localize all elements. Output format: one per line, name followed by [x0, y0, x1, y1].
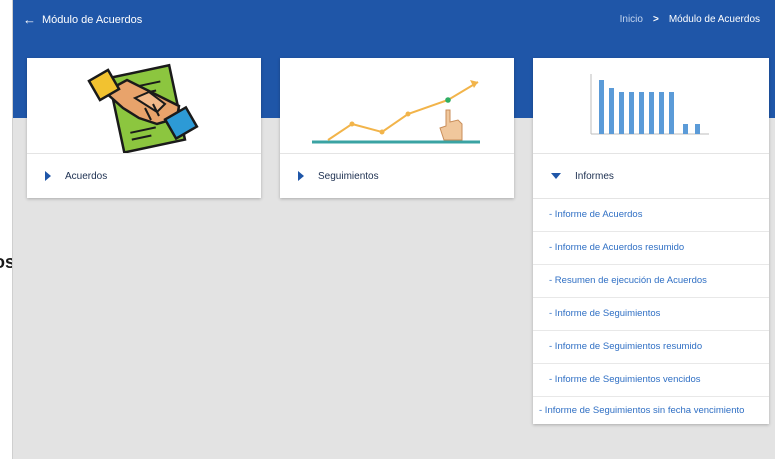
- menu-item-informe-seguimientos-sin-fecha[interactable]: - Informe de Seguimientos sin fecha venc…: [533, 397, 769, 424]
- handshake-contract-icon: [27, 58, 261, 154]
- caret-right-icon: [45, 171, 51, 181]
- breadcrumb-current: Módulo de Acuerdos: [668, 14, 760, 25]
- menu-item-informe-seguimientos[interactable]: - Informe de Seguimientos: [533, 298, 769, 331]
- menu-item-resumen-ejecucion-acuerdos[interactable]: - Resumen de ejecución de Acuerdos: [533, 265, 769, 298]
- back-button[interactable]: ← Módulo de Acuerdos: [23, 13, 142, 26]
- card-seguimientos: Seguimientos: [280, 58, 514, 198]
- card-acuerdos-label: Acuerdos: [65, 170, 108, 182]
- card-informes: Informes - Informe de Acuerdos - Informe…: [533, 58, 769, 424]
- caret-down-icon: [551, 173, 561, 179]
- card-seguimientos-toggle[interactable]: Seguimientos: [280, 154, 514, 198]
- card-informes-toggle[interactable]: Informes: [533, 154, 769, 198]
- card-acuerdos-toggle[interactable]: Acuerdos: [27, 154, 261, 198]
- caret-right-icon: [298, 171, 304, 181]
- bar-chart-icon: [533, 58, 769, 154]
- menu-item-informe-seguimientos-vencidos[interactable]: - Informe de Seguimientos vencidos: [533, 364, 769, 397]
- line-chart-touch-icon: [280, 58, 514, 154]
- card-seguimientos-label: Seguimientos: [318, 170, 379, 182]
- card-informes-label: Informes: [575, 170, 614, 182]
- top-bar: ← Módulo de Acuerdos Inicio > Módulo de …: [13, 0, 775, 42]
- card-acuerdos: Acuerdos: [27, 58, 261, 198]
- arrow-left-icon: ←: [23, 12, 36, 27]
- menu-item-informe-acuerdos[interactable]: - Informe de Acuerdos: [533, 199, 769, 232]
- informes-menu: - Informe de Acuerdos - Informe de Acuer…: [533, 198, 769, 424]
- breadcrumb-separator: >: [652, 14, 659, 25]
- breadcrumb: Inicio > Módulo de Acuerdos: [620, 14, 760, 25]
- breadcrumb-home[interactable]: Inicio: [620, 14, 643, 25]
- menu-item-informe-acuerdos-resumido[interactable]: - Informe de Acuerdos resumido: [533, 232, 769, 265]
- menu-item-informe-seguimientos-resumido[interactable]: - Informe de Seguimientos resumido: [533, 331, 769, 364]
- page-title: Módulo de Acuerdos: [42, 13, 143, 26]
- app-frame: ← Módulo de Acuerdos Inicio > Módulo de …: [12, 0, 775, 459]
